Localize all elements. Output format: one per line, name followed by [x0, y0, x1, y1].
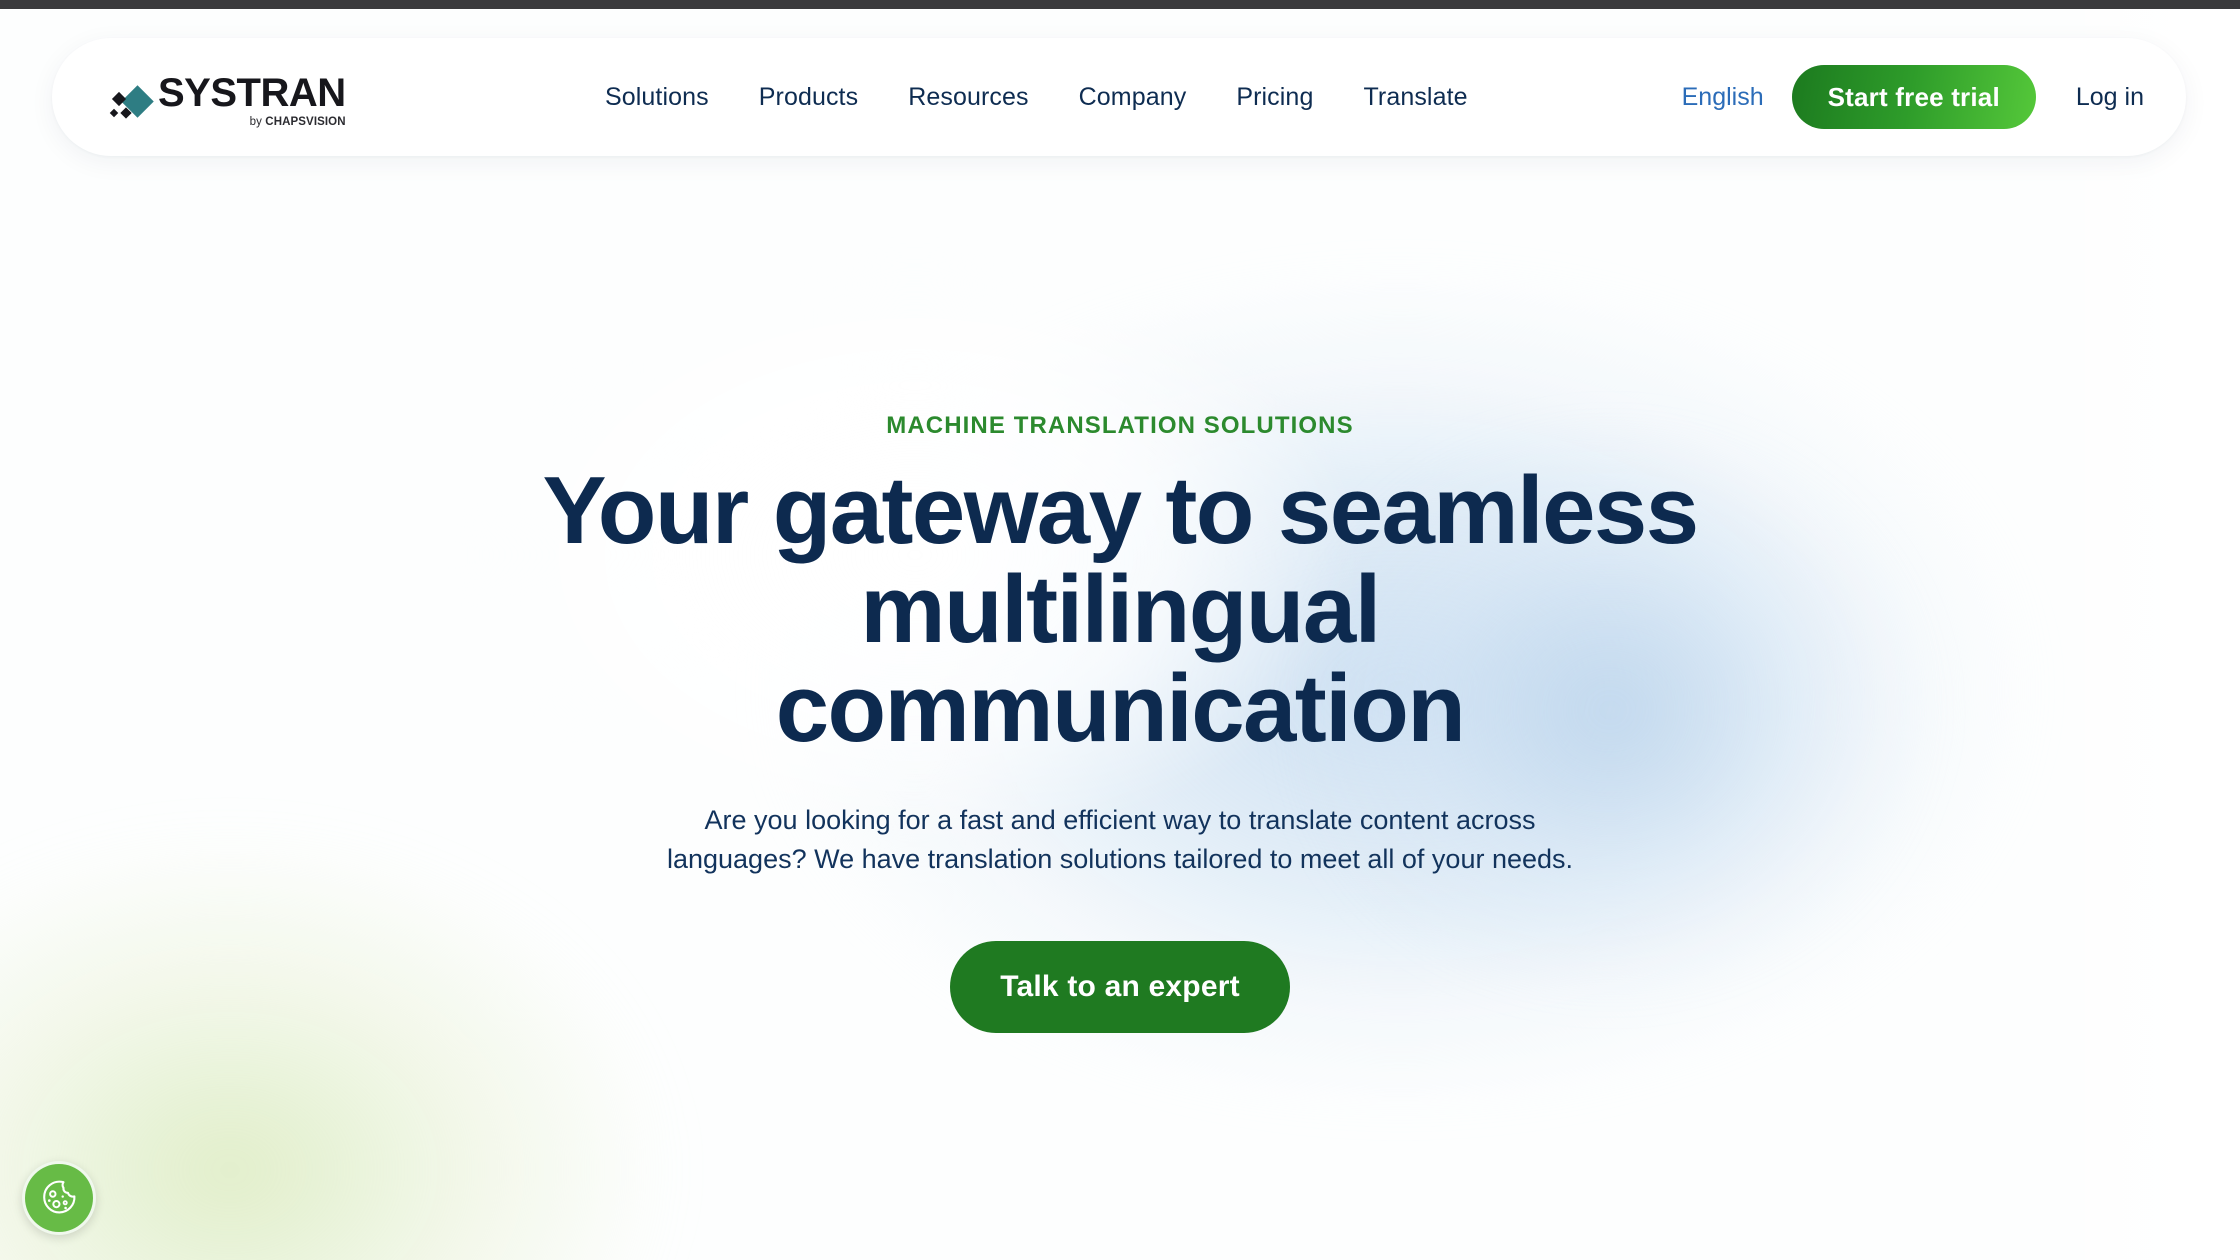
nav-item-translate[interactable]: Translate: [1338, 83, 1492, 112]
logo-tagline-brand: CHAPSVISION: [265, 116, 346, 128]
background-right-fade: [2050, 9, 2240, 1260]
nav-item-company[interactable]: Company: [1054, 83, 1212, 112]
page-title: Your gateway to seamless multilingual co…: [542, 457, 1700, 762]
logo-tagline-prefix: by: [249, 116, 266, 128]
browser-chrome-bar: [0, 0, 2240, 9]
language-selector[interactable]: English: [1682, 83, 1764, 112]
page-root: SYSTRAN by CHAPSVISION Solutions Product…: [0, 0, 2240, 1260]
talk-to-an-expert-button[interactable]: Talk to an expert: [950, 940, 1290, 1033]
hero-eyebrow: MACHINE TRANSLATION SOLUTIONS: [886, 412, 1354, 439]
nav-item-pricing[interactable]: Pricing: [1211, 83, 1338, 112]
header-actions: English Start free trial Log in: [1682, 38, 2144, 156]
nav-item-resources[interactable]: Resources: [883, 83, 1053, 112]
logo-wordmark: SYSTRAN: [158, 70, 346, 115]
logo-tagline: by CHAPSVISION: [250, 116, 346, 128]
log-in-link[interactable]: Log in: [2076, 83, 2144, 112]
nav-item-products[interactable]: Products: [734, 83, 883, 112]
logo-link[interactable]: SYSTRAN by CHAPSVISION: [109, 66, 346, 128]
primary-navigation: Solutions Products Resources Company Pri…: [580, 38, 1493, 156]
systran-diamonds-logo-icon: [109, 85, 156, 128]
site-header: SYSTRAN by CHAPSVISION Solutions Product…: [52, 38, 2186, 156]
nav-item-solutions[interactable]: Solutions: [580, 83, 734, 112]
start-free-trial-button[interactable]: Start free trial: [1791, 65, 2036, 129]
cookie-preferences-button[interactable]: [22, 1161, 96, 1235]
hero-subhead: Are you looking for a fast and efficient…: [666, 804, 1574, 874]
cookie-icon: [43, 1180, 76, 1214]
